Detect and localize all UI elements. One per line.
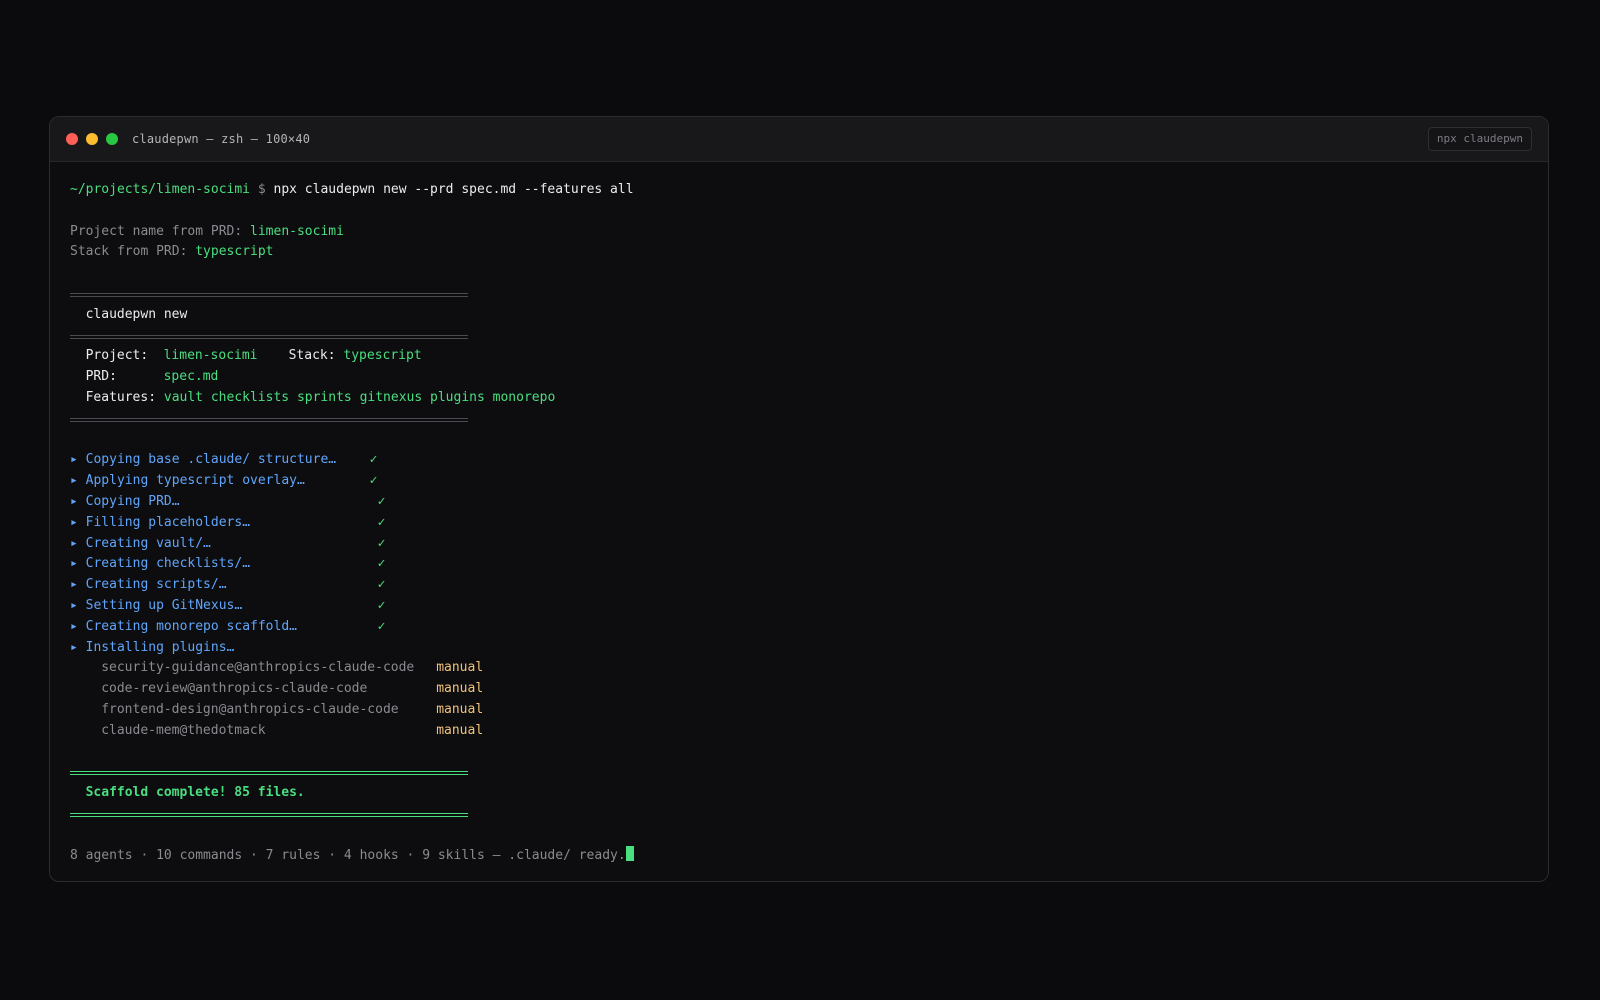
- plugin-status: manual: [436, 701, 484, 717]
- step-label: Filling placeholders…: [85, 514, 251, 530]
- plugin-status: manual: [436, 722, 484, 738]
- terminal-window: claudepwn — zsh — 100×40 npx claudepwn ~…: [49, 116, 1549, 882]
- detected-stack-label: Stack from PRD:: [70, 244, 188, 260]
- project-label: Project:: [85, 348, 149, 364]
- feature-item: gitnexus: [359, 389, 423, 405]
- step-marker: ▸: [70, 618, 78, 634]
- summary-text: 8 agents · 10 commands · 7 rules · 4 hoo…: [70, 847, 626, 863]
- detected-stack-value: typescript: [195, 244, 274, 260]
- plugin-line: frontend-design@anthropics-claude-code ma…: [70, 700, 1528, 721]
- step-marker: ▸: [70, 493, 78, 509]
- step-check: ✓: [377, 597, 386, 613]
- step-check: ✓: [377, 493, 386, 509]
- step-marker: ▸: [70, 535, 78, 551]
- feature-item: vault: [163, 389, 204, 405]
- step-check: ✓: [377, 577, 386, 593]
- prompt-path: ~/projects/limen-socimi: [70, 182, 251, 197]
- step-line: ▸ Creating monorepo scaffold… ✓: [70, 617, 1528, 638]
- plugin-line: claude-mem@thedotmack manual: [70, 721, 1528, 742]
- step-marker: ▸: [70, 556, 78, 572]
- step-check: ✓: [377, 556, 386, 572]
- plugin-name: security-guidance@anthropics-claude-code: [101, 660, 415, 676]
- plugin-line: code-review@anthropics-claude-code manual: [70, 679, 1528, 700]
- step-label: Creating checklists/…: [85, 556, 251, 572]
- step-line: ▸ Creating checklists/… ✓: [70, 554, 1528, 575]
- step-check: ✓: [369, 473, 378, 489]
- step-line: ▸ Creating vault/… ✓: [70, 534, 1528, 555]
- step-label: Creating vault/…: [85, 535, 211, 551]
- feature-item: sprints: [296, 389, 352, 405]
- step-check: ✓: [377, 618, 386, 634]
- step-line: ▸ Setting up GitNexus… ✓: [70, 596, 1528, 617]
- prompt-command: npx claudepwn new --prd spec.md --featur…: [273, 182, 634, 197]
- complete-rule-top: [70, 762, 1528, 783]
- complete-rule-bottom: [70, 804, 1528, 825]
- header-project-line: Project: limen-socimi Stack: typescript: [70, 346, 1528, 367]
- complete-message: Scaffold complete! 85 files.: [85, 785, 305, 801]
- step-marker: ▸: [70, 473, 78, 489]
- summary-line: 8 agents · 10 commands · 7 rules · 4 hoo…: [70, 845, 1528, 867]
- plugin-name: code-review@anthropics-claude-code: [101, 681, 368, 697]
- header-title: claudepwn new: [85, 306, 188, 322]
- plugin-line: security-guidance@anthropics-claude-code…: [70, 658, 1528, 679]
- step-marker: ▸: [70, 452, 78, 468]
- minimize-window-button[interactable]: [86, 133, 98, 145]
- step-marker: ▸: [70, 514, 78, 530]
- step-line: ▸ Creating scripts/… ✓: [70, 575, 1528, 596]
- step-line: ▸ Installing plugins…: [70, 638, 1528, 659]
- prompt-line: ~/projects/limen-socimi $ npx claudepwn …: [70, 180, 1528, 201]
- header-rule-top: [70, 284, 1528, 305]
- plugin-name: frontend-design@anthropics-claude-code: [101, 701, 399, 717]
- step-check: ✓: [369, 452, 378, 468]
- step-label: Applying typescript overlay…: [85, 473, 305, 489]
- terminal-output[interactable]: ~/projects/limen-socimi $ npx claudepwn …: [50, 162, 1548, 881]
- step-marker: ▸: [70, 597, 78, 613]
- step-line: ▸ Filling placeholders… ✓: [70, 513, 1528, 534]
- project-value: limen-socimi: [163, 348, 258, 364]
- window-title: claudepwn — zsh — 100×40: [132, 132, 311, 146]
- terminal-cursor: [625, 845, 634, 861]
- detected-name-value: limen-socimi: [250, 223, 344, 239]
- stack-value: typescript: [343, 348, 422, 364]
- stack-label: Stack:: [288, 348, 336, 364]
- step-marker: ▸: [70, 577, 78, 593]
- header-prd-line: PRD: spec.md: [70, 367, 1528, 388]
- step-label: Creating scripts/…: [85, 577, 227, 593]
- feature-item: checklists: [210, 389, 290, 405]
- maximize-window-button[interactable]: [106, 133, 118, 145]
- detected-stack-line: Stack from PRD: typescript: [70, 242, 1528, 263]
- prd-label: PRD:: [85, 369, 117, 385]
- step-label: Installing plugins…: [85, 639, 235, 655]
- step-line: ▸ Copying PRD… ✓: [70, 492, 1528, 513]
- feature-item: monorepo: [492, 389, 556, 405]
- step-line: ▸ Applying typescript overlay… ✓: [70, 471, 1528, 492]
- step-line: ▸ Copying base .claude/ structure… ✓: [70, 450, 1528, 471]
- prd-value: spec.md: [163, 369, 219, 385]
- step-check: ✓: [377, 514, 386, 530]
- feature-item: plugins: [430, 389, 485, 405]
- detected-name-label: Project name from PRD:: [70, 223, 243, 239]
- step-check: ✓: [377, 535, 386, 551]
- title-bar: claudepwn — zsh — 100×40 npx claudepwn: [50, 117, 1548, 162]
- step-label: Setting up GitNexus…: [85, 597, 243, 613]
- header-rule-mid: [70, 326, 1528, 347]
- plugin-status: manual: [436, 681, 484, 697]
- features-label: Features:: [85, 389, 157, 405]
- close-window-button[interactable]: [66, 133, 78, 145]
- plugin-status: manual: [436, 660, 484, 676]
- step-label: Copying PRD…: [85, 493, 180, 509]
- header-features-line: Features: vault checklists sprints gitne…: [70, 388, 1528, 409]
- prompt-symbol: $: [257, 182, 266, 197]
- step-marker: ▸: [70, 639, 78, 655]
- plugin-name: claude-mem@thedotmack: [101, 722, 266, 738]
- detected-name-line: Project name from PRD: limen-socimi: [70, 222, 1528, 243]
- header-rule-bottom: [70, 409, 1528, 430]
- step-label: Copying base .claude/ structure…: [85, 452, 337, 468]
- command-badge: npx claudepwn: [1427, 127, 1532, 151]
- step-label: Creating monorepo scaffold…: [85, 618, 297, 634]
